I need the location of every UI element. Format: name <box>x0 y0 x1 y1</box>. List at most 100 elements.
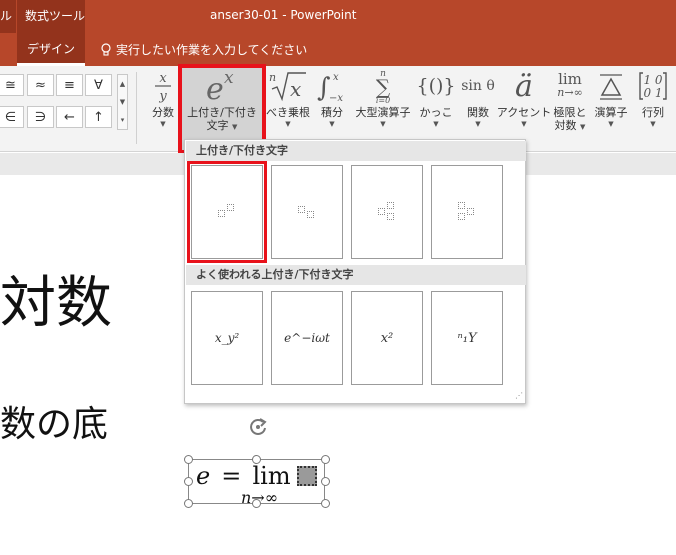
chevron-down-icon: ▼ <box>650 120 656 128</box>
limit-label-2: 対数 <box>554 119 577 132</box>
scroll-down-icon: ▼ <box>119 98 126 106</box>
chevron-down-icon: ▼ <box>285 120 291 128</box>
resize-handle[interactable] <box>321 455 330 464</box>
superscript-template[interactable] <box>187 161 267 263</box>
matrix-button[interactable]: 1 0 0 1 行列 ▼ <box>634 66 672 152</box>
matrix-icon: 1 0 0 1 <box>634 66 672 106</box>
function-label: 関数 <box>467 106 489 119</box>
rotate-handle-icon[interactable] <box>247 416 269 438</box>
context-group-label: 数式ツール <box>25 9 86 23</box>
radical-label: べき乗根 <box>266 106 310 119</box>
gallery-section-header: 上付き/下付き文字 <box>186 141 526 161</box>
summation-icon: n ∑ i=0 <box>352 66 414 106</box>
limit-log-button[interactable]: lim n→∞ 極限と 対数 ▼ <box>550 66 590 152</box>
bracket-icon: {()} <box>416 75 456 97</box>
limit-glyph-top: lim <box>558 70 582 88</box>
operator-button[interactable]: 演算子 ▼ <box>590 66 632 152</box>
limit-label-row: 対数 ▼ <box>555 119 586 132</box>
common-script-label: e^−iωt <box>284 331 330 345</box>
lightbulb-icon <box>101 42 111 56</box>
resize-handle[interactable] <box>321 477 330 486</box>
left-sub-superscript-template[interactable] <box>431 165 503 259</box>
radical-icon: n x <box>266 66 310 106</box>
symbol-contains[interactable]: ∋ <box>27 106 54 128</box>
placeholder-box-icon <box>458 202 465 209</box>
integral-icon: ∫ x −x <box>312 66 352 106</box>
symbol-gallery-scroll[interactable]: ▲ ▼ ▾ <box>117 74 128 130</box>
resize-handle[interactable] <box>184 455 193 464</box>
svg-text:y: y <box>158 89 167 103</box>
svg-text:i=0: i=0 <box>376 96 390 105</box>
chevron-down-icon: ▼ <box>475 120 481 128</box>
slide-body-text: 数の底 <box>0 404 109 445</box>
resize-handle[interactable] <box>321 499 330 508</box>
large-operator-label: 大型演算子 <box>355 106 411 119</box>
accent-label: アクセント <box>496 106 552 119</box>
placeholder-box-icon <box>387 202 394 209</box>
chevron-down-icon: ▼ <box>521 120 527 128</box>
context-group-label-left: ル <box>0 9 13 23</box>
symbol-identical[interactable]: ≡ <box>56 74 83 96</box>
common-script-label: x² <box>380 330 394 346</box>
svg-text:n: n <box>269 71 276 84</box>
chevron-down-icon: ▼ <box>433 120 439 128</box>
equation-placeholder[interactable] <box>297 466 317 486</box>
svg-text:e: e <box>206 72 224 105</box>
common-script-e-minus-i-omega-t[interactable]: e^−iωt <box>271 291 343 385</box>
limit-label-1: 極限と <box>553 106 587 119</box>
common-script-label: x_y² <box>214 331 240 345</box>
svg-text:x: x <box>333 72 339 83</box>
tell-me-search[interactable]: 実行したい作業を入力してください <box>100 41 307 58</box>
chevron-down-icon: ▼ <box>329 120 335 128</box>
symbol-left-arrow[interactable]: ← <box>56 106 83 128</box>
equation-lim: lim <box>252 462 291 490</box>
common-script-x-y-squared[interactable]: x_y² <box>191 291 263 385</box>
placeholder-box-icon <box>218 210 225 217</box>
resize-handle[interactable] <box>252 499 261 508</box>
svg-text:x: x <box>159 71 167 86</box>
equation-variable-e: e <box>196 462 211 490</box>
resize-handle[interactable] <box>252 455 261 464</box>
chevron-down-icon: ▼ <box>608 120 614 128</box>
resize-handle[interactable] <box>184 477 193 486</box>
matrix-label: 行列 <box>642 106 664 119</box>
svg-text:x: x <box>224 68 234 88</box>
limit-glyph-bottom: n→∞ <box>557 86 583 99</box>
script-label-2: 文字 <box>206 119 229 132</box>
subscript-template[interactable] <box>271 165 343 259</box>
placeholder-box-icon <box>298 206 305 213</box>
tab-design[interactable]: デザイン <box>17 33 85 66</box>
scroll-up-icon: ▲ <box>119 80 126 88</box>
ribbon-separator <box>136 72 137 144</box>
function-icon: sin θ <box>458 66 498 106</box>
superscript-icon: e x <box>180 66 264 106</box>
resize-grip-icon[interactable]: ⋰ <box>515 391 523 400</box>
common-script-n-1-y[interactable]: ⁿ₁Y <box>431 291 503 385</box>
equation-content[interactable]: e = lim <box>196 462 291 490</box>
symbol-up-arrow[interactable]: ↑ <box>85 106 112 128</box>
symbol-approx[interactable]: ≈ <box>27 74 54 96</box>
placeholder-box-icon <box>467 208 474 215</box>
fraction-label: 分数 <box>152 106 174 119</box>
placeholder-box-icon <box>387 213 394 220</box>
script-label-1: 上付き/下付き <box>187 106 257 119</box>
accent-icon: ä <box>515 68 533 104</box>
symbol-element-of[interactable]: ∈ <box>0 106 24 128</box>
svg-text:x: x <box>290 77 301 101</box>
placeholder-box-icon <box>307 211 314 218</box>
symbol-congruent[interactable]: ≅ <box>0 74 24 96</box>
function-glyph: sin θ <box>461 78 495 94</box>
resize-handle[interactable] <box>184 499 193 508</box>
fraction-button[interactable]: x y 分数 ▼ <box>146 66 180 152</box>
equation-equals-sign: = <box>221 462 242 490</box>
chevron-down-icon: ▼ <box>380 120 386 128</box>
operator-label: 演算子 <box>594 106 628 119</box>
common-script-x-squared[interactable]: x² <box>351 291 423 385</box>
symbol-forall[interactable]: ∀ <box>85 74 112 96</box>
svg-text:−x: −x <box>329 93 343 104</box>
limit-icon: lim n→∞ <box>550 66 590 106</box>
slide-heading-text: 対数 <box>0 271 112 336</box>
placeholder-box-icon <box>378 208 385 215</box>
more-icon: ▾ <box>120 116 125 124</box>
sub-superscript-template[interactable] <box>351 165 423 259</box>
